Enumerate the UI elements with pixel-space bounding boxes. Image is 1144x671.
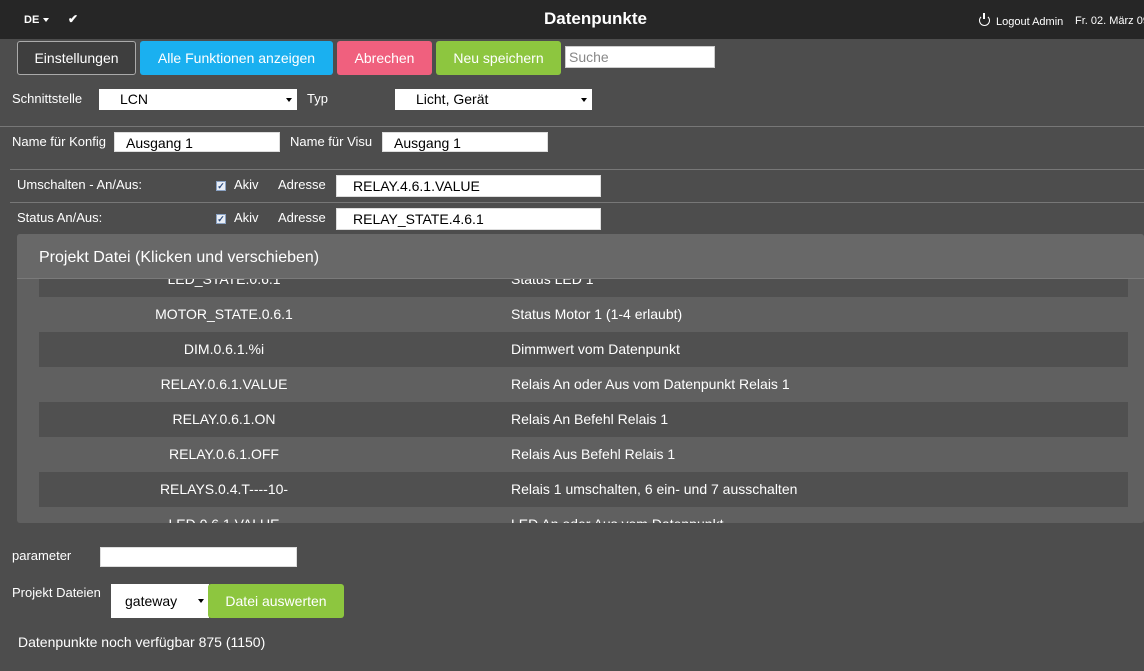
chevron-down-icon xyxy=(286,98,292,102)
row-address: DIM.0.6.1.%i xyxy=(183,341,265,357)
interface-label: Schnittstelle xyxy=(12,91,83,106)
project-file-list[interactable]: LED_STATE.0.6.1 Status LED 1 MOTOR_STATE.… xyxy=(39,279,1128,523)
logout-label: Logout Admin xyxy=(996,16,1064,28)
toggle-active-checkbox[interactable]: ✓ xyxy=(216,181,226,191)
row-description: Status LED 1 xyxy=(511,279,594,287)
status-active-label: Akiv xyxy=(234,210,259,225)
row-description: LED An oder Aus vom Datenpunkt xyxy=(511,507,723,523)
row-address: LED_STATE.0.6.1 xyxy=(167,279,281,287)
table-row[interactable]: MOTOR_STATE.0.6.1 Status Motor 1 (1-4 erl… xyxy=(39,297,1128,332)
cancel-button[interactable]: Abrechen xyxy=(337,41,432,75)
show-all-functions-button[interactable]: Alle Funktionen anzeigen xyxy=(140,41,333,75)
type-select[interactable]: Licht, Gerät xyxy=(395,89,592,110)
parameter-label: parameter xyxy=(12,548,72,563)
row-address: MOTOR_STATE.0.6.1 xyxy=(155,306,293,322)
project-files-value: gateway xyxy=(125,593,178,609)
status-active-checkbox[interactable]: ✓ xyxy=(216,214,226,224)
row-description: Status Motor 1 (1-4 erlaubt) xyxy=(511,306,683,322)
divider xyxy=(10,169,1144,170)
table-row[interactable]: LED_STATE.0.6.1 Status LED 1 xyxy=(39,279,1128,297)
config-name-input[interactable]: Ausgang 1 xyxy=(114,132,280,152)
type-label: Typ xyxy=(307,91,328,106)
row-description: Relais Aus Befehl Relais 1 xyxy=(511,446,676,462)
table-row[interactable]: RELAY.0.6.1.ON Relais An Befehl Relais 1 xyxy=(39,402,1128,437)
row-description: Relais An oder Aus vom Datenpunkt Relais… xyxy=(511,376,790,392)
chevron-down-icon xyxy=(198,599,204,603)
panel-title: Projekt Datei (Klicken und verschieben) xyxy=(39,249,320,266)
row-address: LED.0.6.1.VALUE xyxy=(39,507,409,523)
divider xyxy=(0,126,1144,127)
datapoints-status: Datenpunkte noch verfügbar 875 (1150) xyxy=(18,634,266,650)
table-row[interactable]: LED.0.6.1.VALUE LED An oder Aus vom Daten… xyxy=(39,507,1128,523)
toggle-label: Umschalten - An/Aus: xyxy=(17,177,142,192)
type-value: Licht, Gerät xyxy=(416,91,489,107)
table-row[interactable]: DIM.0.6.1.%i Dimmwert vom Datenpunkt xyxy=(39,332,1128,367)
status-address-input[interactable]: RELAY_STATE.4.6.1 xyxy=(336,208,601,230)
page-title: Datenpunkte xyxy=(544,9,647,28)
toggle-address-input[interactable]: RELAY.4.6.1.VALUE xyxy=(336,175,601,197)
row-description: Relais An Befehl Relais 1 xyxy=(511,411,669,427)
logout-button[interactable]: Logout Admin xyxy=(979,13,1064,28)
date-display: Fr. 02. März 09 xyxy=(1075,15,1144,27)
row-address: RELAYS.0.4.T----10- xyxy=(159,481,289,497)
status-label: Status An/Aus: xyxy=(17,210,103,225)
status-address-label: Adresse xyxy=(278,210,326,225)
table-row[interactable]: RELAYS.0.4.T----10- Relais 1 umschalten, … xyxy=(39,472,1128,507)
toggle-active-label: Akiv xyxy=(234,177,259,192)
row-address: RELAY.0.6.1.OFF xyxy=(169,446,279,462)
row-description: Dimmwert vom Datenpunkt xyxy=(511,341,680,357)
evaluate-file-button[interactable]: Datei auswerten xyxy=(208,584,344,618)
table-row[interactable]: RELAY.0.6.1.OFF Relais Aus Befehl Relais … xyxy=(39,437,1128,472)
chevron-down-icon xyxy=(581,98,587,102)
power-icon xyxy=(979,13,990,26)
panel-header[interactable]: Projekt Datei (Klicken und verschieben) xyxy=(17,234,1144,279)
interface-value: LCN xyxy=(120,91,149,107)
visu-name-label: Name für Visu xyxy=(290,134,373,149)
toggle-address-label: Adresse xyxy=(278,177,326,192)
project-files-label: Projekt Dateien xyxy=(12,585,101,600)
row-description: Relais 1 umschalten, 6 ein- und 7 aussch… xyxy=(511,481,798,497)
save-new-button[interactable]: Neu speichern xyxy=(436,41,561,75)
parameter-input[interactable] xyxy=(100,547,297,567)
divider xyxy=(10,202,1144,203)
table-row[interactable]: RELAY.0.6.1.VALUE Relais An oder Aus vom … xyxy=(39,367,1128,402)
config-name-label: Name für Konfig xyxy=(12,134,106,149)
interface-select[interactable]: LCN xyxy=(99,89,297,110)
project-files-select[interactable]: gateway xyxy=(111,584,209,618)
project-file-panel[interactable]: Projekt Datei (Klicken und verschieben) … xyxy=(17,234,1144,523)
search-input[interactable]: Suche xyxy=(565,46,715,68)
settings-button[interactable]: Einstellungen xyxy=(17,41,136,75)
visu-name-input[interactable]: Ausgang 1 xyxy=(382,132,548,152)
row-address: RELAY.0.6.1.VALUE xyxy=(160,376,288,392)
row-address: RELAY.0.6.1.ON xyxy=(172,411,276,427)
